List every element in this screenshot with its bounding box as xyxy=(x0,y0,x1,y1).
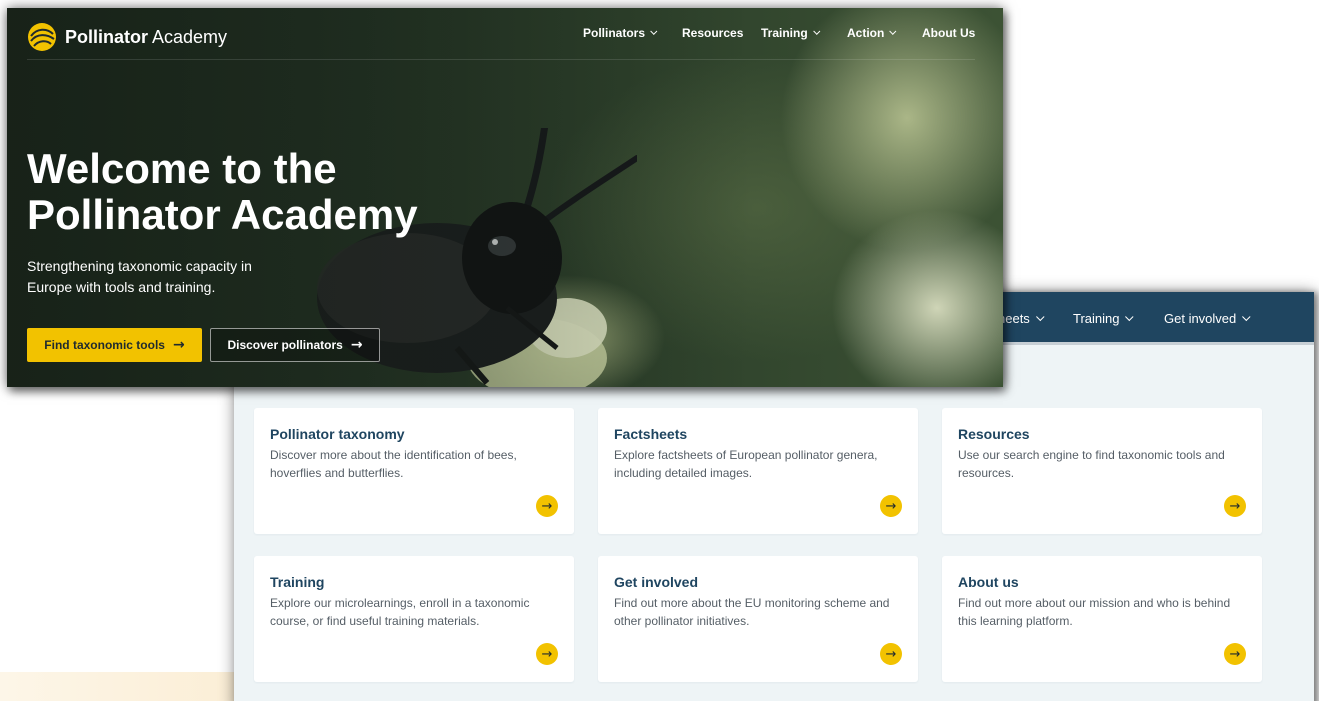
card-pollinator-taxonomy[interactable]: Pollinator taxonomy Discover more about … xyxy=(254,408,574,534)
card-description: Explore our microlearnings, enroll in a … xyxy=(270,596,530,628)
chevron-down-icon xyxy=(812,27,821,35)
chevron-down-icon xyxy=(889,27,897,35)
arrow-right-icon[interactable]: → xyxy=(1224,495,1246,517)
discover-pollinators-button[interactable]: Discover pollinators → xyxy=(210,328,380,362)
find-taxonomic-tools-button[interactable]: Find taxonomic tools → xyxy=(27,328,202,362)
hero-screenshot: Pollinator Academy Pollinators Resources… xyxy=(7,8,1003,387)
card-training[interactable]: Training Explore our microlearnings, enr… xyxy=(254,556,574,682)
nav-item-label: About Us xyxy=(922,26,976,40)
card-description: Use our search engine to find taxonomic … xyxy=(958,448,1225,480)
nav-item-label: Action xyxy=(847,26,885,40)
arrow-right-icon: → xyxy=(172,337,185,353)
card-title: About us xyxy=(958,574,1019,590)
card-description: Find out more about the EU monitoring sc… xyxy=(614,596,890,628)
chevron-down-icon xyxy=(1125,312,1135,321)
arrow-right-icon[interactable]: → xyxy=(536,495,558,517)
nav-item-label: Get involved xyxy=(1164,311,1237,326)
logo-wordmark-bold: Pollinator xyxy=(65,26,149,47)
card-title: Training xyxy=(270,574,325,590)
arrow-right-icon: → xyxy=(350,337,363,353)
card-description: Explore factsheets of European pollinato… xyxy=(614,448,878,480)
logo-wordmark-light: Academy xyxy=(148,26,228,47)
card-get-involved[interactable]: Get involved Find out more about the EU … xyxy=(598,556,918,682)
card-title: Resources xyxy=(958,426,1030,442)
nav-item-about-us[interactable]: About Us xyxy=(922,26,975,40)
hero-title: Welcome to the Pollinator Academy xyxy=(27,146,547,238)
card-factsheets[interactable]: Factsheets Explore factsheets of Europea… xyxy=(598,408,918,534)
nav-item-resources[interactable]: Resources xyxy=(682,26,743,40)
nav-item-get-involved[interactable]: Get involved xyxy=(1164,311,1251,326)
card-title: Pollinator taxonomy xyxy=(270,426,405,442)
card-description: Find out more about our mission and who … xyxy=(958,596,1231,628)
nav-item-training[interactable]: Training xyxy=(761,26,821,40)
nav-item-label: Training xyxy=(761,26,808,40)
nav-item-label: Resources xyxy=(682,26,744,40)
nav-item-factsheets[interactable]: heets xyxy=(998,311,1045,326)
hero-title-line-1: Welcome to the xyxy=(27,145,337,192)
button-label: Discover pollinators xyxy=(227,338,343,352)
arrow-right-icon[interactable]: → xyxy=(536,643,558,665)
logo-wordmark: Pollinator Academy xyxy=(65,27,227,48)
nav-divider xyxy=(27,59,975,60)
hero-subtitle-line-1: Strengthening taxonomic capacity in xyxy=(27,258,252,274)
card-description: Discover more about the identification o… xyxy=(270,448,517,480)
nav-item-label: Pollinators xyxy=(583,26,646,40)
card-resources[interactable]: Resources Use our search engine to find … xyxy=(942,408,1262,534)
peach-background-strip xyxy=(0,672,236,701)
nav-item-pollinators[interactable]: Pollinators xyxy=(583,26,658,40)
nav-item-label: Training xyxy=(1073,311,1120,326)
chevron-down-icon xyxy=(1035,312,1045,321)
hero-title-line-2: Pollinator Academy xyxy=(27,191,418,238)
hero-subtitle: Strengthening taxonomic capacity in Euro… xyxy=(27,256,347,298)
site-logo[interactable]: Pollinator Academy xyxy=(27,22,227,52)
hero-subtitle-line-2: Europe with tools and training. xyxy=(27,279,216,295)
pollinator-logo-icon xyxy=(28,23,56,51)
card-about-us[interactable]: About us Find out more about our mission… xyxy=(942,556,1262,682)
arrow-right-icon[interactable]: → xyxy=(880,495,902,517)
card-title: Get involved xyxy=(614,574,699,590)
card-title: Factsheets xyxy=(614,426,688,442)
chevron-down-icon xyxy=(650,27,658,35)
arrow-right-icon[interactable]: → xyxy=(880,643,902,665)
chevron-down-icon xyxy=(1242,312,1251,321)
button-label: Find taxonomic tools xyxy=(44,338,165,352)
nav-item-training[interactable]: Training xyxy=(1073,311,1135,326)
arrow-right-icon[interactable]: → xyxy=(1224,643,1246,665)
nav-item-action[interactable]: Action xyxy=(847,26,897,40)
